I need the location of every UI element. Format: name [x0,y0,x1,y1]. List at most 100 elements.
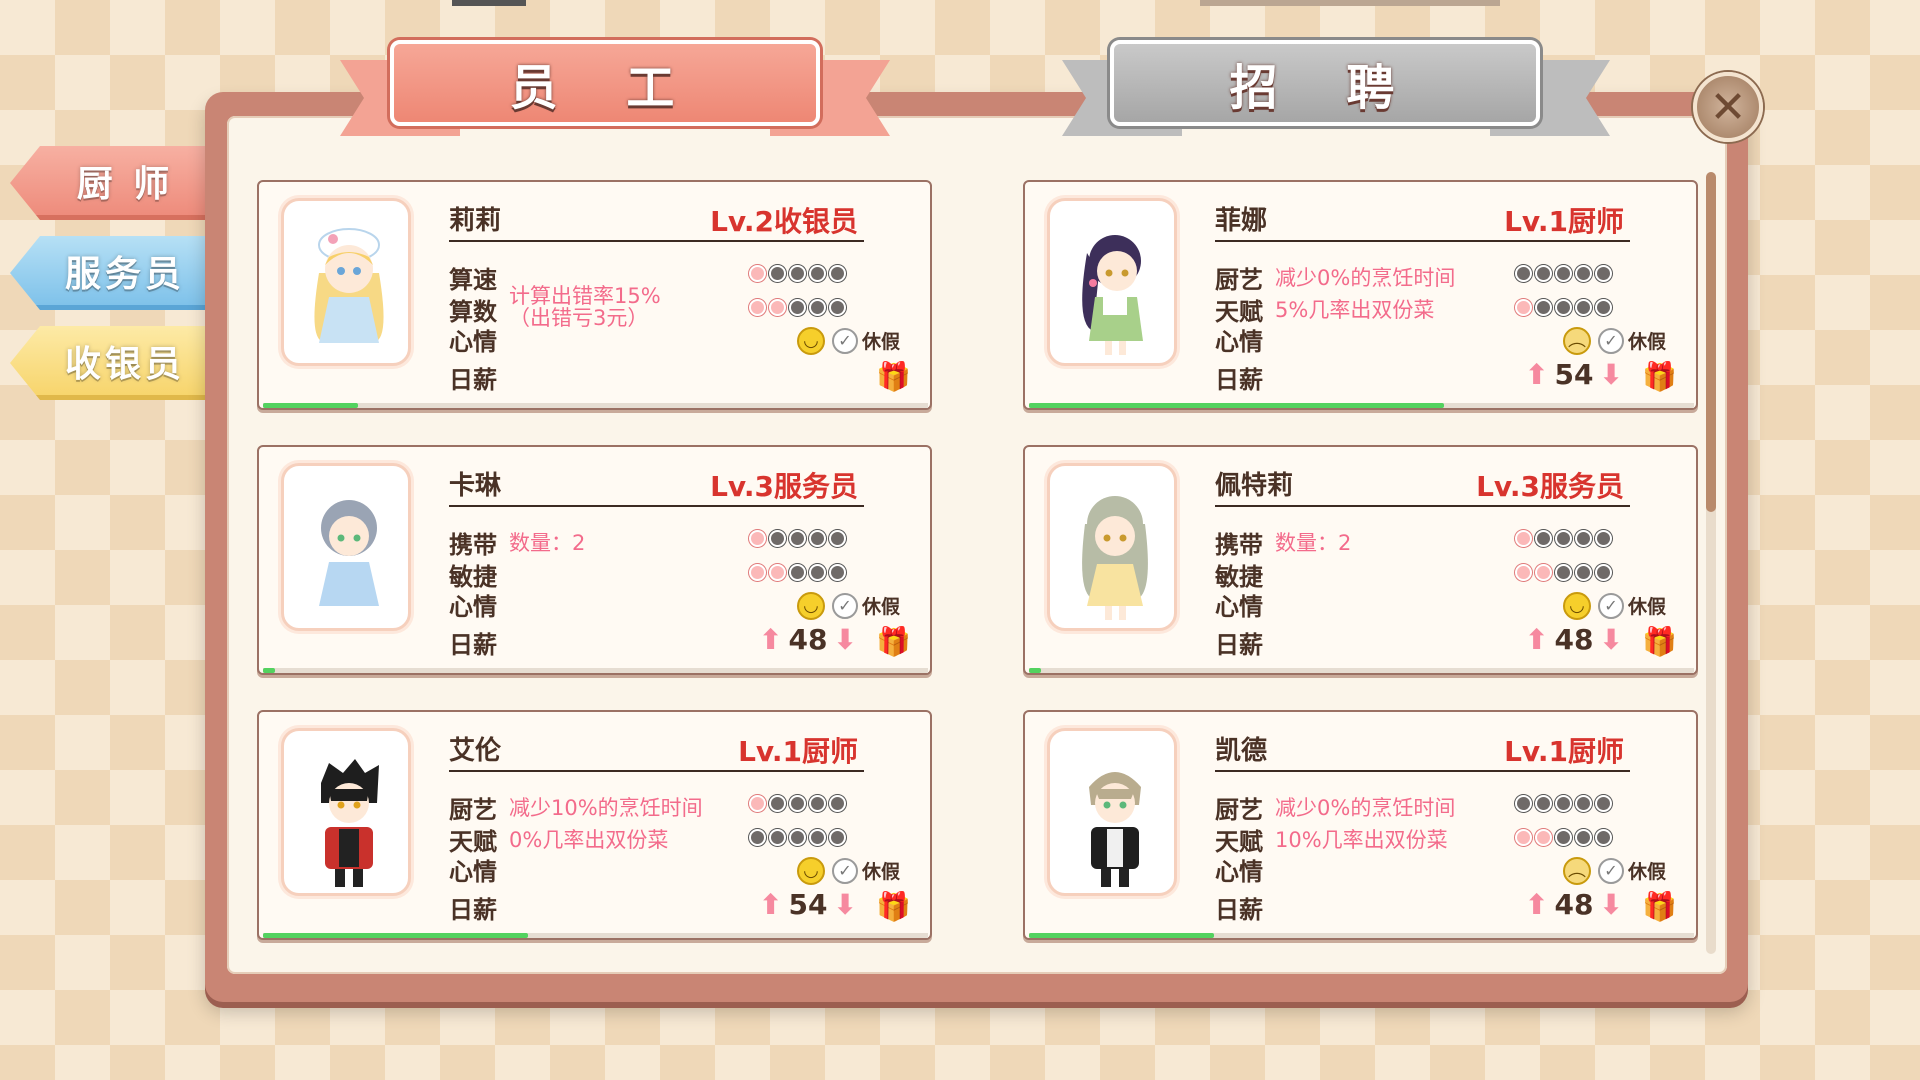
top-edge-fragment [452,0,526,6]
salary-down-arrow-icon[interactable]: ⬇ [833,625,856,654]
progress-track [1029,668,1694,673]
stat-dots [1515,829,1612,846]
salary-up-arrow-icon[interactable]: ⬆ [759,625,782,654]
vacation-toggle[interactable]: ✓ 休假 [832,857,900,884]
staff-level: Lv.1厨师 [1504,735,1624,768]
stat-dots [749,299,846,316]
check-icon: ✓ [832,327,858,354]
staff-level: Lv.3服务员 [1476,470,1624,503]
stat-description: 10%几率出双份菜 [1275,828,1448,852]
stat-description: 数量：2 [509,531,586,555]
staff-card[interactable]: 佩特莉 Lv.3服务员 携带 数量：2 敏捷 心情 日薪 ◡ ✓ 休假 ⬆ 48 … [1023,445,1698,675]
salary-up-arrow-icon[interactable]: ⬆ [1525,625,1548,654]
stat-dots [1515,564,1612,581]
stat-label: 厨艺 [1215,266,1263,294]
stat-dots [749,564,846,581]
stat-dots [1515,265,1612,282]
divider [1215,505,1630,507]
tab-staff[interactable]: 员 工 [390,40,820,126]
avatar [281,728,411,896]
stat-description: 减少0%的烹饪时间 [1275,266,1456,290]
divider [449,240,864,242]
chibi-boy-blackhair [321,759,379,887]
experience-bar [1029,933,1214,938]
stat-description: 0%几率出双份菜 [509,828,669,852]
vacation-toggle[interactable]: ✓ 休假 [1598,592,1666,619]
vacation-toggle[interactable]: ✓ 休假 [1598,857,1666,884]
divider [449,505,864,507]
vacation-toggle[interactable]: ✓ 休假 [832,592,900,619]
avatar [281,463,411,631]
avatar [281,198,411,366]
staff-card[interactable]: 凯德 Lv.1厨师 厨艺 减少0%的烹饪时间 天赋 10%几率出双份菜 心情 日… [1023,710,1698,940]
stat-label: 厨艺 [449,796,497,824]
progress-track [263,403,928,408]
staff-card[interactable]: 卡琳 Lv.3服务员 携带 数量：2 敏捷 心情 日薪 ◡ ✓ 休假 ⬆ 48 ⬇… [257,445,932,675]
stat-dots [749,829,846,846]
salary-label: 日薪 [1215,896,1263,924]
scrollbar[interactable] [1706,172,1716,954]
chibi-boy-ashhair [1089,772,1141,887]
gift-icon[interactable]: 🎁 [1642,890,1677,923]
vacation-toggle[interactable]: ✓ 休假 [832,327,900,354]
salary-value: 48 [1554,623,1594,656]
staff-name: 卡琳 [449,471,502,501]
stat-dots [749,530,846,547]
check-icon: ✓ [1598,857,1624,884]
experience-bar [263,933,528,938]
divider [449,770,864,772]
mood-label: 心情 [449,858,497,886]
staff-name: 菲娜 [1215,206,1268,236]
salary-control: ⬆ 54 ⬇ [1525,358,1623,391]
stat-dots [1515,299,1612,316]
vacation-toggle[interactable]: ✓ 休假 [1598,327,1666,354]
gift-icon[interactable]: 🎁 [1642,360,1677,393]
staff-level: Lv.1厨师 [738,735,858,768]
close-button[interactable]: ✕ [1693,72,1763,142]
salary-control: ⬆ 54 ⬇ [759,888,857,921]
salary-label: 日薪 [449,631,497,659]
check-icon: ✓ [832,592,858,619]
experience-bar [263,668,275,673]
side-tab-chef[interactable]: 厨 师 [10,146,210,220]
tab-hire[interactable]: 招 聘 [1110,40,1540,126]
experience-bar [1029,668,1041,673]
salary-up-arrow-icon[interactable]: ⬆ [1525,360,1548,389]
gift-icon[interactable]: 🎁 [876,890,911,923]
staff-level: Lv.3服务员 [710,470,858,503]
stat-dots [1515,530,1612,547]
experience-bar [1029,403,1444,408]
salary-value: 48 [1554,888,1594,921]
staff-card[interactable]: 菲娜 Lv.1厨师 厨艺 减少0%的烹饪时间 天赋 5%几率出双份菜 心情 日薪… [1023,180,1698,410]
salary-down-arrow-icon[interactable]: ⬇ [1599,625,1622,654]
salary-up-arrow-icon[interactable]: ⬆ [759,890,782,919]
salary-value: 54 [1554,358,1594,391]
scroll-thumb[interactable] [1706,172,1716,512]
stat-description: 减少0%的烹饪时间 [1275,796,1456,820]
salary-label: 日薪 [449,896,497,924]
salary-down-arrow-icon[interactable]: ⬇ [1599,890,1622,919]
salary-up-arrow-icon[interactable]: ⬆ [1525,890,1548,919]
side-tab-waiter[interactable]: 服务员 [10,236,210,310]
mood-label: 心情 [1215,593,1263,621]
salary-label: 日薪 [1215,366,1263,394]
chibi-girl-darkhair [1082,235,1143,355]
check-icon: ✓ [832,857,858,884]
side-tab-cashier[interactable]: 收银员 [10,326,210,400]
stat-label: 算速 [449,266,497,294]
stat-dots [749,795,846,812]
gift-icon[interactable]: 🎁 [876,625,911,658]
gift-icon[interactable]: 🎁 [1642,625,1677,658]
salary-control: ⬆ 48 ⬇ [1525,888,1623,921]
salary-down-arrow-icon[interactable]: ⬇ [833,890,856,919]
salary-down-arrow-icon[interactable]: ⬇ [1599,360,1622,389]
staff-card[interactable]: 艾伦 Lv.1厨师 厨艺 减少10%的烹饪时间 天赋 0%几率出双份菜 心情 日… [257,710,932,940]
avatar [1047,728,1177,896]
mood-label: 心情 [449,328,497,356]
experience-bar [263,403,358,408]
divider [1215,240,1630,242]
progress-track [263,668,928,673]
staff-name: 莉莉 [449,206,502,236]
staff-card[interactable]: 莉莉 Lv.2收银员 算速 算数 计算出错率15% （出错亏3元） 心情 日薪 ◡… [257,180,932,410]
gift-icon[interactable]: 🎁 [876,360,911,393]
